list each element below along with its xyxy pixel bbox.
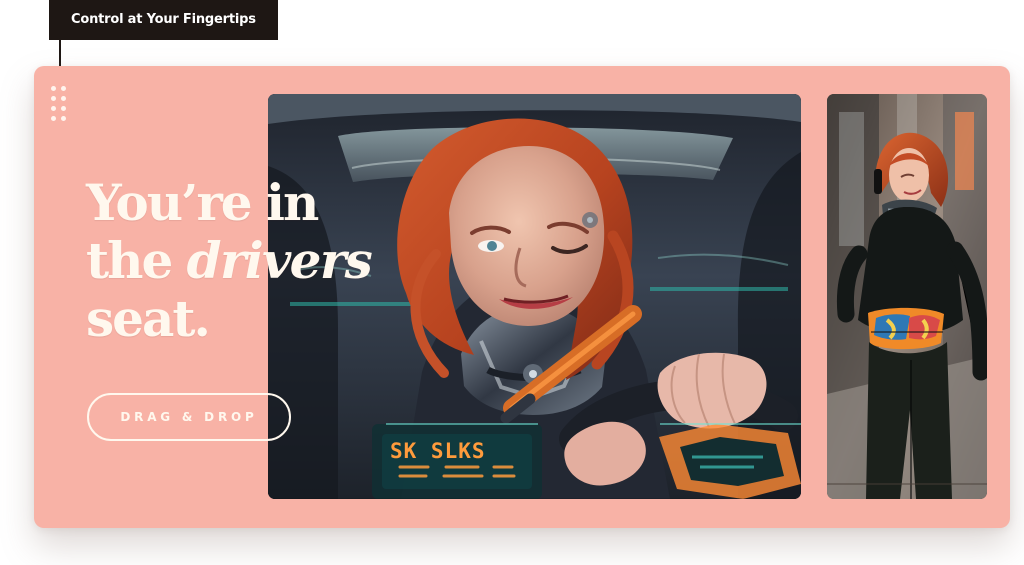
walking-woman-illustration xyxy=(827,94,987,499)
feature-label-text: Control at Your Fingertips xyxy=(71,12,256,27)
feature-label: Control at Your Fingertips xyxy=(49,0,278,40)
headline-line-2-italic: drivers xyxy=(186,231,373,290)
drag-drop-button[interactable]: DRAG & DROP xyxy=(87,393,291,441)
hero-headline: You’re in the drivers seat. xyxy=(86,174,426,348)
hero-card: SK SLKS You’re in the drivers seat. DRAG… xyxy=(34,66,1010,528)
walking-woman-photo[interactable] xyxy=(827,94,987,499)
headline-line-3: seat. xyxy=(86,289,211,348)
grip-dots-icon[interactable] xyxy=(49,85,69,125)
dashboard-display-text: SK SLKS xyxy=(390,439,486,463)
headline-line-2-plain: the xyxy=(86,231,187,290)
headline-line-1: You’re in xyxy=(86,173,319,232)
